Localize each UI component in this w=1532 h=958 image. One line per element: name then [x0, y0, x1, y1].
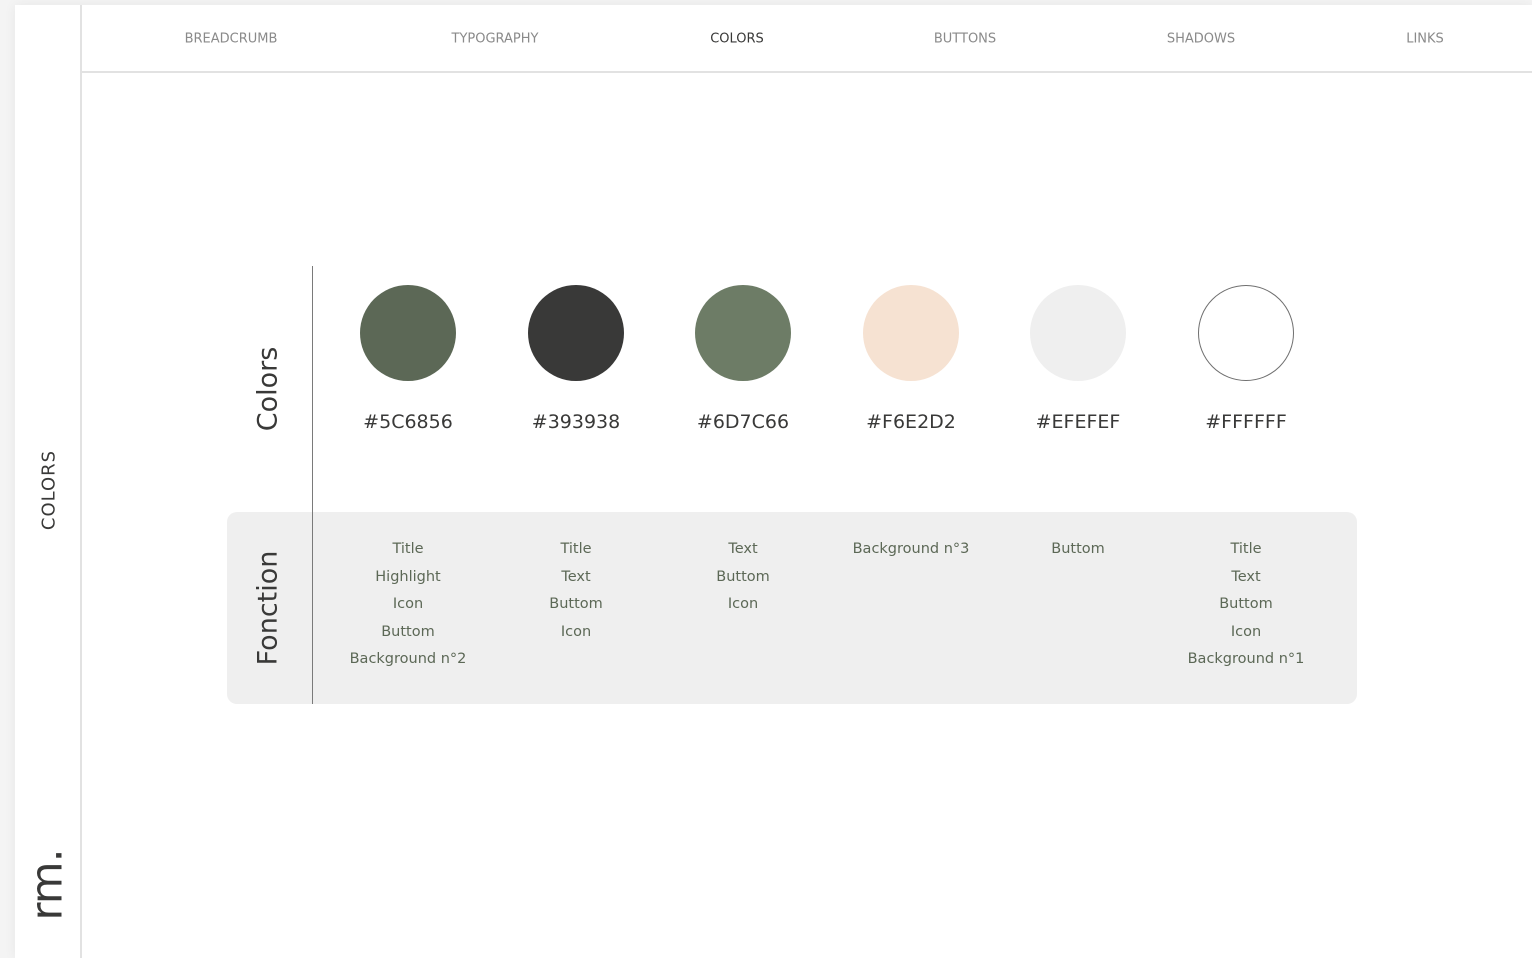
function-item: Icon — [392, 596, 424, 612]
section-divider — [312, 266, 313, 704]
function-item: Buttom — [1051, 541, 1105, 557]
page-frame: COLORS rm. BREADCRUMB TYPOGRAPHY COLORS … — [15, 5, 1532, 958]
color-swatch — [863, 285, 959, 381]
function-item: Background n°3 — [852, 541, 970, 557]
nav-item-colors[interactable]: COLORS — [710, 32, 764, 47]
color-hex-label: #6D7C66 — [696, 411, 790, 433]
nav-item-typography[interactable]: TYPOGRAPHY — [452, 32, 539, 47]
function-item: Text — [1231, 568, 1261, 585]
function-item: Buttom — [549, 596, 603, 612]
color-hex-label: #5C6856 — [363, 411, 453, 433]
color-swatch — [1198, 285, 1294, 381]
color-hex-label: #393938 — [531, 411, 621, 433]
top-nav: BREADCRUMB TYPOGRAPHY COLORS BUTTONS SHA… — [82, 5, 1532, 73]
color-swatch — [1030, 285, 1126, 381]
function-item: Text — [561, 568, 591, 585]
nav-item-shadows[interactable]: SHADOWS — [1167, 32, 1235, 47]
colors-section-title: Colors — [252, 346, 284, 432]
color-swatch — [360, 285, 456, 381]
color-swatch — [528, 285, 624, 381]
function-item: Buttom — [716, 568, 770, 585]
function-item: Title — [1230, 541, 1262, 557]
sidebar: COLORS rm. — [15, 5, 82, 958]
function-column: Title Text Buttom Icon — [549, 536, 603, 646]
function-column: Buttom — [1051, 536, 1105, 564]
sidebar-section-label: COLORS — [38, 449, 60, 531]
function-column: Text Buttom Icon — [716, 536, 770, 619]
nav-item-buttons[interactable]: BUTTONS — [934, 32, 996, 47]
function-item: Icon — [560, 623, 592, 640]
function-item: Icon — [727, 596, 759, 612]
nav-item-links[interactable]: LINKS — [1406, 32, 1444, 47]
function-item: Title — [392, 541, 424, 557]
function-item: Buttom — [1219, 596, 1273, 612]
function-column: Title Highlight Icon Buttom Background n°2 — [350, 536, 467, 674]
nav-item-breadcrumb[interactable]: BREADCRUMB — [185, 32, 278, 47]
function-item: Buttom — [381, 623, 435, 640]
color-hex-label: #EFEFEF — [1035, 411, 1121, 433]
function-item: Title — [560, 541, 592, 557]
function-item: Background n°1 — [1187, 651, 1305, 667]
function-item: Text — [728, 541, 758, 557]
function-column: Background n°3 — [853, 536, 970, 564]
function-section-title: Fonction — [252, 550, 284, 666]
color-hex-label: #FFFFFF — [1205, 411, 1287, 433]
logo[interactable]: rm. — [22, 849, 73, 920]
color-hex-label: #F6E2D2 — [866, 411, 956, 433]
function-item: Icon — [1230, 623, 1262, 640]
color-swatch — [695, 285, 791, 381]
function-column: Title Text Buttom Icon Background n°1 — [1188, 536, 1305, 674]
function-item: Background n°2 — [349, 651, 467, 667]
function-item: Highlight — [375, 568, 441, 585]
